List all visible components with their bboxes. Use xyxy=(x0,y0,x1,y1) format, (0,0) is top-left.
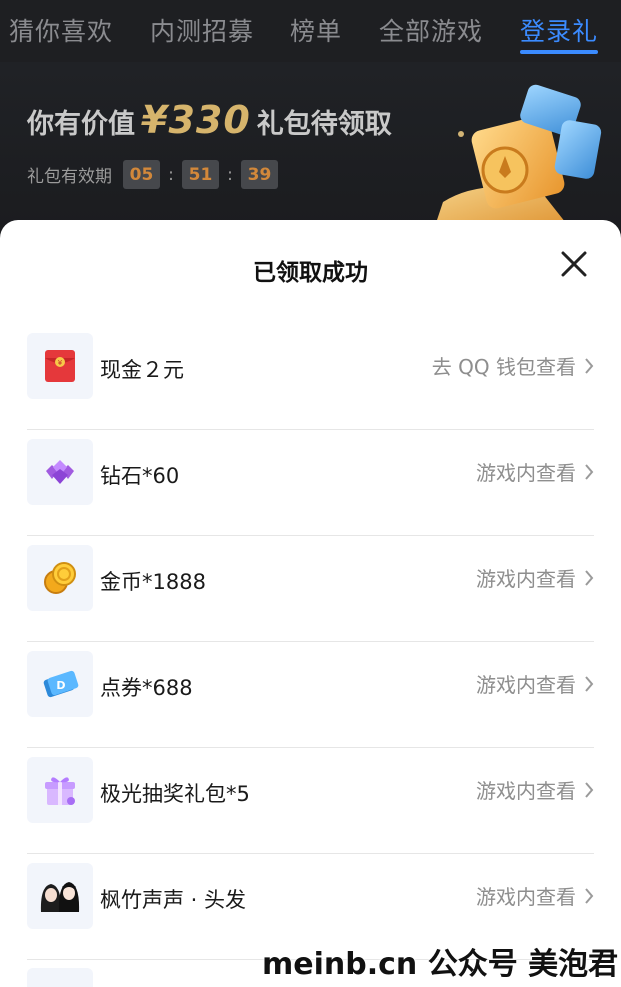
validity-countdown: 礼包有效期 05 : 51 : 39 xyxy=(27,160,278,189)
reward-name: 点券*688 xyxy=(100,676,193,700)
reward-action-label: 游戏内查看 xyxy=(476,461,576,485)
view-in-game-link[interactable]: 游戏内查看 xyxy=(476,563,594,592)
diamond-icon xyxy=(27,439,93,505)
reward-row-gold-coins: 金币*1888 游戏内查看 xyxy=(27,536,594,642)
chevron-right-icon xyxy=(585,887,594,904)
timer-seconds: 39 xyxy=(241,160,278,189)
top-nav: 猜你喜欢 内测招募 榜单 全部游戏 登录礼 xyxy=(0,0,621,62)
view-in-game-link[interactable]: 游戏内查看 xyxy=(476,669,594,698)
promo-amount: ¥330 xyxy=(141,98,251,142)
timer-separator: : xyxy=(227,164,233,185)
sheet-title: 已领取成功 xyxy=(253,260,368,286)
svg-text:¥: ¥ xyxy=(58,359,63,367)
promo-headline: 你有价值 ¥330 礼包待领取 xyxy=(27,98,392,142)
red-envelope-icon: ¥ xyxy=(27,333,93,399)
reward-action-label: 游戏内查看 xyxy=(476,885,576,909)
chevron-right-icon xyxy=(585,569,594,586)
reward-name: 极光抽奖礼包*5 xyxy=(100,782,250,806)
gift-box-illustration xyxy=(433,84,602,232)
promo-suffix: 礼包待领取 xyxy=(256,109,392,140)
gift-box-icon xyxy=(27,757,93,823)
chevron-right-icon xyxy=(585,357,594,374)
chevron-right-icon xyxy=(585,781,594,798)
reward-name: 金币*1888 xyxy=(100,570,206,594)
gold-coin-icon xyxy=(27,545,93,611)
coupon-icon: D xyxy=(27,651,93,717)
reward-name: 枫竹声声 · 头发 xyxy=(100,888,247,912)
watermark: meinb.cn 公众号 美泡君 xyxy=(262,947,619,982)
timer-minutes: 51 xyxy=(182,160,219,189)
active-tab-indicator xyxy=(520,50,598,54)
reward-row-diamonds: 钻石*60 游戏内查看 xyxy=(27,430,594,536)
claimed-rewards-sheet: 已领取成功 ¥ 现金２元 去 QQ 钱包查看 钻石*60 游戏内查看 金币*18… xyxy=(0,220,621,987)
tab-rankings[interactable]: 榜单 xyxy=(290,12,342,48)
reward-action-label: 去 QQ 钱包查看 xyxy=(431,355,576,379)
tab-login-gift[interactable]: 登录礼 xyxy=(520,12,598,48)
chevron-right-icon xyxy=(585,675,594,692)
timer-separator: : xyxy=(168,164,174,185)
tab-recommended[interactable]: 猜你喜欢 xyxy=(9,12,113,48)
timer-hours: 05 xyxy=(123,160,160,189)
close-icon[interactable] xyxy=(556,246,592,282)
view-in-game-link[interactable]: 游戏内查看 xyxy=(476,775,594,804)
hair-avatar-icon xyxy=(27,863,93,929)
reward-action-label: 游戏内查看 xyxy=(476,779,576,803)
svg-text:D: D xyxy=(56,679,65,692)
promo-prefix: 你有价值 xyxy=(27,109,135,140)
tab-beta-recruit[interactable]: 内测招募 xyxy=(150,12,254,48)
reward-row-gift-pack: 极光抽奖礼包*5 游戏内查看 xyxy=(27,748,594,854)
reward-action-label: 游戏内查看 xyxy=(476,673,576,697)
chevron-right-icon xyxy=(585,463,594,480)
view-in-game-link[interactable]: 游戏内查看 xyxy=(476,457,594,486)
next-reward-icon xyxy=(27,968,93,987)
reward-row-cash: ¥ 现金２元 去 QQ 钱包查看 xyxy=(27,324,594,430)
promo-banner: 你有价值 ¥330 礼包待领取 礼包有效期 05 : 51 : 39 xyxy=(0,62,621,232)
timer-label: 礼包有效期 xyxy=(27,167,112,187)
reward-action-label: 游戏内查看 xyxy=(476,567,576,591)
view-in-game-link[interactable]: 游戏内查看 xyxy=(476,881,594,910)
reward-name: 现金２元 xyxy=(100,358,184,382)
tab-all-games[interactable]: 全部游戏 xyxy=(379,12,483,48)
view-in-qq-wallet-link[interactable]: 去 QQ 钱包查看 xyxy=(432,351,594,380)
reward-row-coupons: D 点券*688 游戏内查看 xyxy=(27,642,594,748)
reward-name: 钻石*60 xyxy=(100,464,180,488)
